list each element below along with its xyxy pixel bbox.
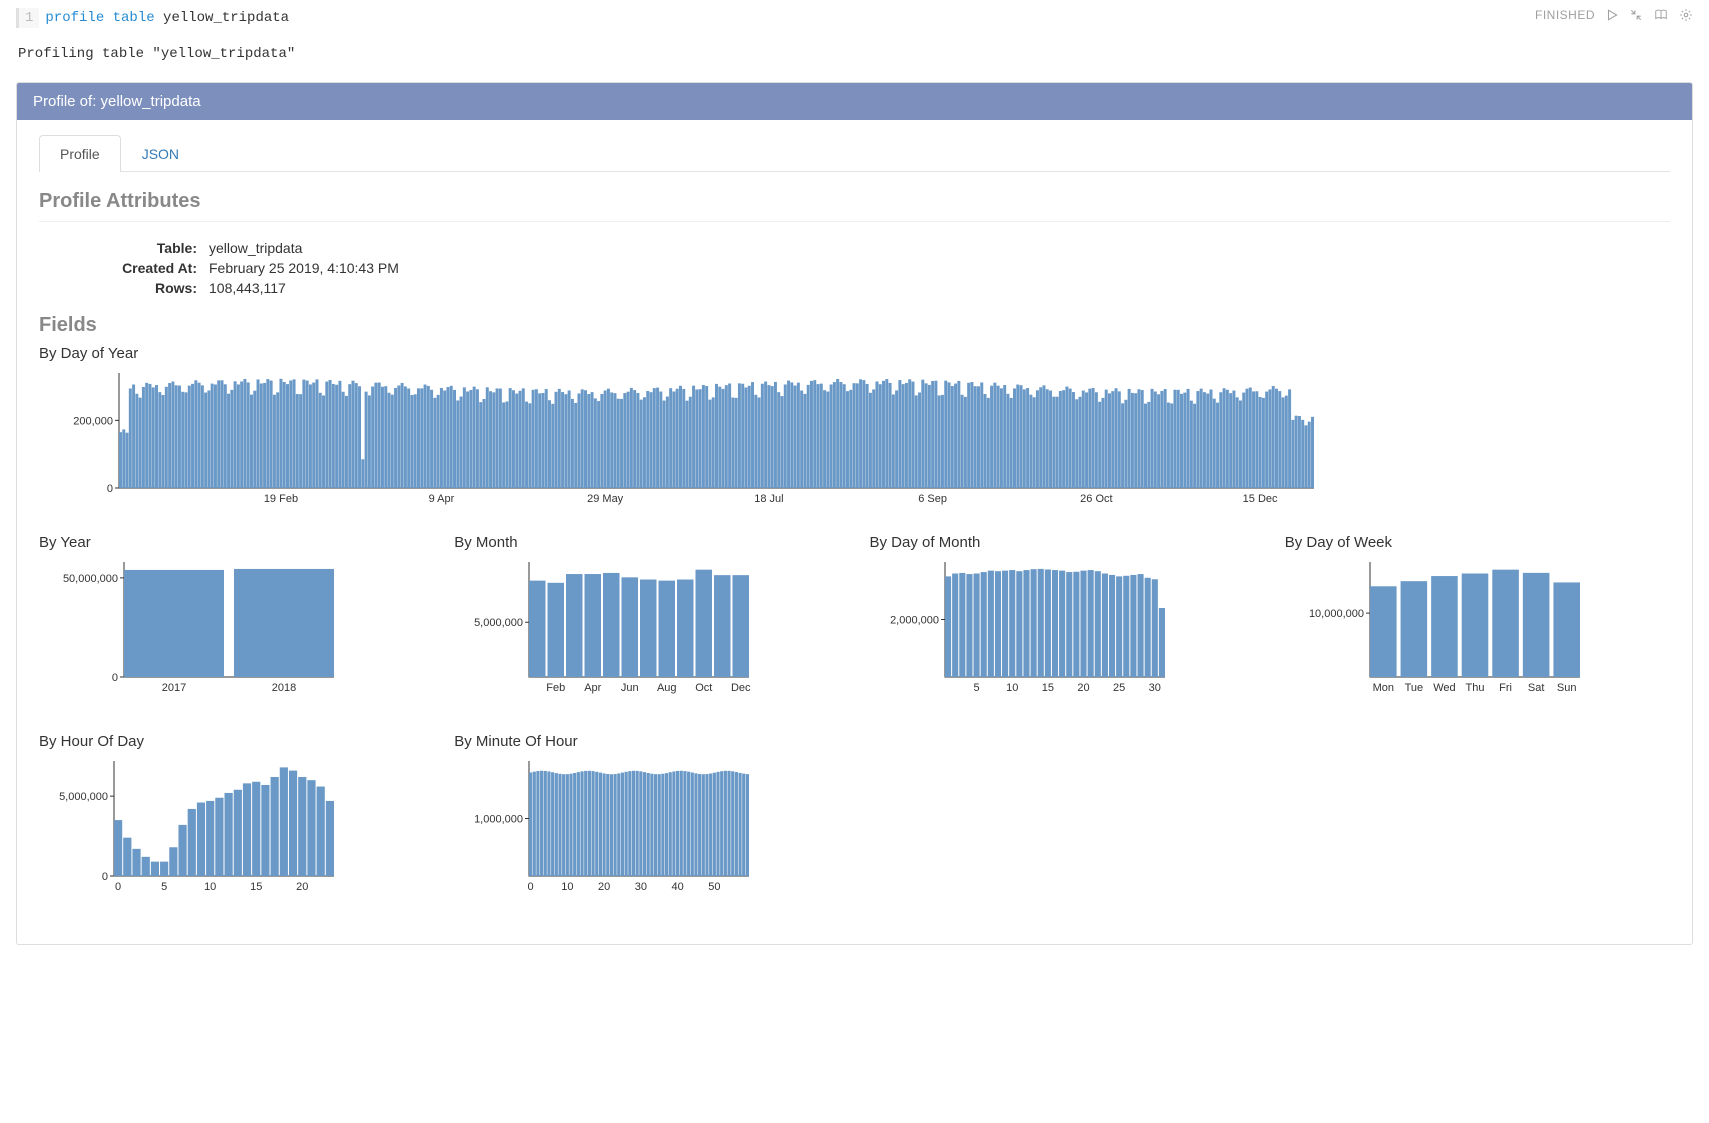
svg-text:Sun: Sun [1557,682,1577,694]
tab-profile[interactable]: Profile [39,135,121,172]
svg-text:15 Dec: 15 Dec [1243,493,1278,505]
chart-title: By Year [39,534,424,551]
svg-text:Sat: Sat [1528,682,1545,694]
svg-text:Apr: Apr [584,682,601,694]
svg-text:0: 0 [528,881,534,893]
svg-text:Oct: Oct [695,682,712,694]
svg-text:0: 0 [115,881,121,893]
svg-text:2017: 2017 [162,682,186,694]
svg-text:15: 15 [250,881,262,893]
attributes-table: Table:yellow_tripdataCreated At:February… [79,240,1670,296]
svg-text:30: 30 [635,881,647,893]
chart-title: By Month [454,534,839,551]
svg-text:30: 30 [1148,682,1160,694]
book-icon[interactable] [1653,8,1669,22]
tab-json[interactable]: JSON [121,135,200,172]
svg-text:Jun: Jun [621,682,639,694]
svg-text:2018: 2018 [272,682,296,694]
svg-text:0: 0 [112,672,118,684]
code-line: 1 profile table yellow_tripdata [16,8,289,28]
chart-by-minute-of-hour: By Minute Of Hour 1,000,000 0 10 20 30 40 50 [454,733,839,896]
svg-text:5,000,000: 5,000,000 [59,791,108,803]
svg-text:40: 40 [672,881,684,893]
run-icon[interactable] [1605,8,1619,22]
attr-row: Table:yellow_tripdata [79,240,1670,256]
svg-text:10: 10 [561,881,573,893]
panel-header: Profile of: yellow_tripdata [17,83,1692,120]
svg-text:5: 5 [161,881,167,893]
svg-text:1,000,000: 1,000,000 [474,814,523,826]
svg-text:6 Sep: 6 Sep [918,493,947,505]
svg-text:200,000: 200,000 [73,415,113,427]
chart-by-year: By Year 0 50,000,000 2017 2018 [39,534,424,697]
tabs: ProfileJSON [39,134,1670,172]
svg-text:15: 15 [1041,682,1053,694]
attr-row: Created At:February 25 2019, 4:10:43 PM [79,260,1670,276]
svg-text:9 Apr: 9 Apr [429,493,455,505]
svg-text:5,000,000: 5,000,000 [474,617,523,629]
chart-by-day-of-week: By Day of Week 10,000,000 Mon Tue Wed Thu Fri… [1285,534,1670,697]
line-number: 1 [16,8,39,28]
attr-label: Rows: [79,280,209,296]
svg-text:Feb: Feb [547,682,566,694]
chart-by-hour-of-day: By Hour Of Day 0 5,000,000 0 5 10 15 20 [39,733,424,896]
chart-by-month: By Month 5,000,000 Feb Apr Jun Aug Oct Dec [454,534,839,697]
chart-title: By Day of Month [870,534,1255,551]
attr-value: yellow_tripdata [209,240,302,256]
svg-text:Wed: Wed [1433,682,1455,694]
profile-attributes-heading: Profile Attributes [39,190,1670,213]
svg-text:Fri: Fri [1499,682,1512,694]
svg-text:Mon: Mon [1372,682,1393,694]
gear-icon[interactable] [1679,8,1693,22]
svg-text:19 Feb: 19 Feb [264,493,298,505]
cell-toolbar: FINISHED [1535,8,1693,22]
attr-row: Rows:108,443,117 [79,280,1670,296]
svg-text:50,000,000: 50,000,000 [63,573,118,585]
svg-text:2,000,000: 2,000,000 [890,615,939,627]
chart-title: By Day of Year [39,345,1670,362]
cell-status: FINISHED [1535,8,1595,22]
profile-panel: Profile of: yellow_tripdata ProfileJSON … [16,82,1693,945]
attr-value: 108,443,117 [209,280,286,296]
chart-title: By Day of Week [1285,534,1670,551]
svg-text:0: 0 [102,871,108,883]
svg-text:50: 50 [708,881,720,893]
svg-text:0: 0 [107,483,113,495]
attr-label: Table: [79,240,209,256]
svg-text:10: 10 [1006,682,1018,694]
collapse-icon[interactable] [1629,8,1643,22]
cell-output: Profiling table "yellow_tripdata" [18,46,1693,62]
svg-text:20: 20 [598,881,610,893]
chart-by-day-of-year: By Day of Year 0 200,000 19 Feb 9 Apr 29 May… [39,345,1670,508]
svg-text:18 Jul: 18 Jul [754,493,783,505]
svg-text:25: 25 [1113,682,1125,694]
chart-by-day-of-month: By Day of Month 2,000,000 5 10 15 20 25 30 [870,534,1255,697]
svg-text:26 Oct: 26 Oct [1080,493,1112,505]
svg-text:20: 20 [296,881,308,893]
fields-heading: Fields [39,314,1670,337]
svg-text:Aug: Aug [657,682,677,694]
svg-text:Thu: Thu [1465,682,1484,694]
chart-title: By Hour Of Day [39,733,424,750]
svg-text:Dec: Dec [731,682,751,694]
chart-title: By Minute Of Hour [454,733,839,750]
svg-text:Tue: Tue [1404,682,1423,694]
svg-text:29 May: 29 May [587,493,624,505]
svg-text:5: 5 [973,682,979,694]
svg-text:10,000,000: 10,000,000 [1309,608,1364,620]
attr-value: February 25 2019, 4:10:43 PM [209,260,399,276]
svg-text:20: 20 [1077,682,1089,694]
code-content: profile table yellow_tripdata [45,10,289,26]
svg-text:10: 10 [204,881,216,893]
attr-label: Created At: [79,260,209,276]
